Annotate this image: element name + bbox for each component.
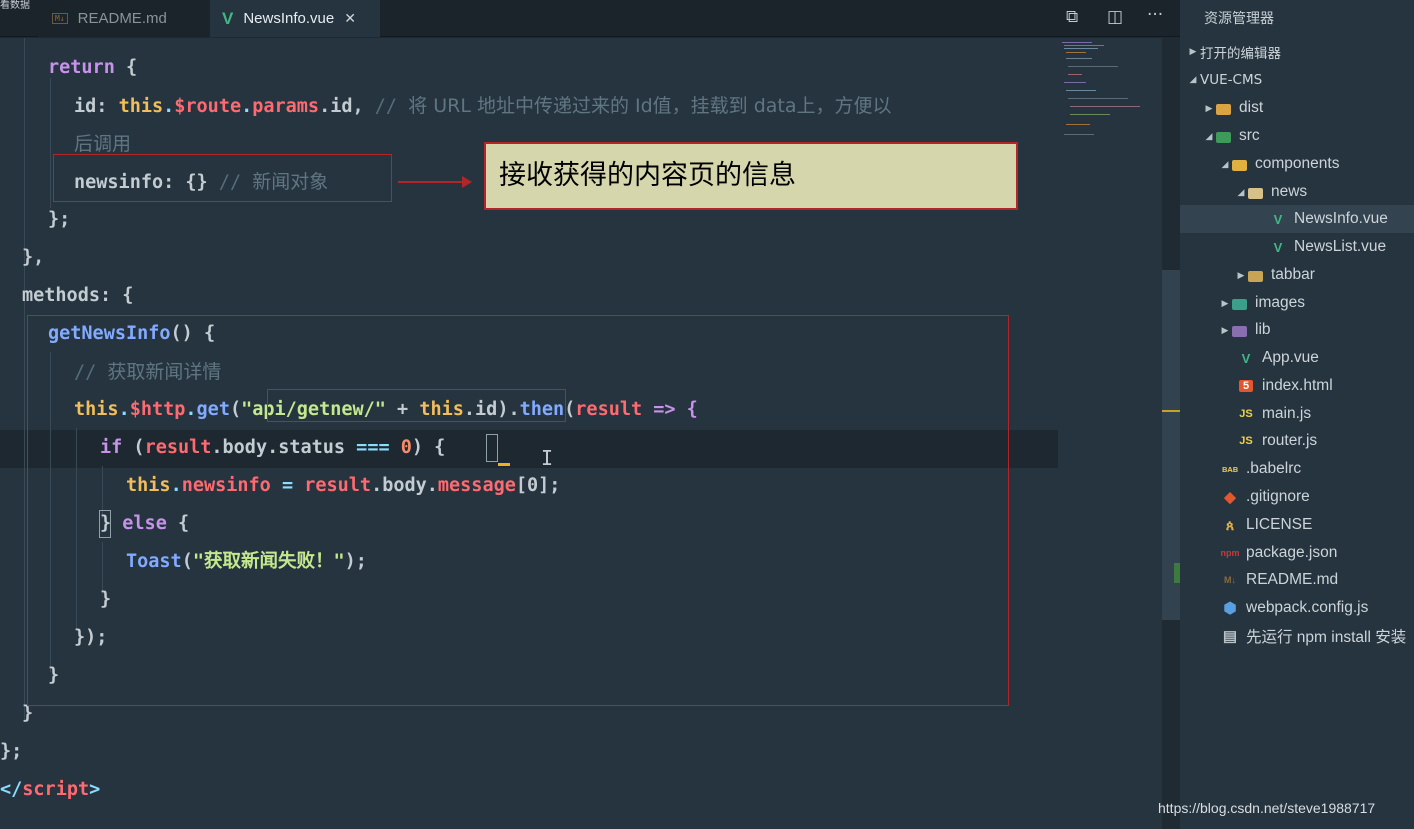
getnewsinfo-highlight-box bbox=[27, 315, 1009, 706]
code-line: return { bbox=[48, 57, 138, 78]
vue-icon: V bbox=[222, 8, 234, 28]
folder-components-icon bbox=[1232, 159, 1247, 171]
chevron-down-icon: ◢ bbox=[1237, 186, 1245, 197]
html5-icon: 5 bbox=[1239, 380, 1253, 392]
code-line: }; bbox=[0, 741, 23, 762]
close-icon[interactable]: ✕ bbox=[344, 10, 356, 27]
git-icon: ◆ bbox=[1224, 489, 1236, 506]
tree-item-newsinfo-vue[interactable]: V NewsInfo.vue bbox=[1180, 205, 1414, 233]
js-icon: JS bbox=[1239, 435, 1253, 447]
indent-guide bbox=[50, 78, 51, 208]
corner-label: 看数据 bbox=[0, 0, 30, 11]
tree-item-babelrc[interactable]: ʙᴀʙ .babelrc bbox=[1180, 455, 1414, 483]
explorer-panel: 资源管理器 ▶ 打开的编辑器 ◢ VUE-CMS ▶ dist ◢ src ◢ … bbox=[1180, 0, 1414, 829]
chevron-down-icon: ◢ bbox=[1205, 130, 1213, 141]
tree-item-lib[interactable]: ▶ lib bbox=[1180, 316, 1414, 344]
chevron-right-icon: ▶ bbox=[1221, 324, 1229, 335]
tree-item-readme-md[interactable]: M↓ README.md bbox=[1180, 566, 1414, 594]
tree-item-webpack-config[interactable]: ⬢ webpack.config.js bbox=[1180, 594, 1414, 622]
bracket-match-box bbox=[486, 434, 498, 462]
watermark-url: https://blog.csdn.net/steve1988717 bbox=[1158, 800, 1376, 816]
text-caret bbox=[498, 463, 510, 466]
tree-item-router-js[interactable]: JS router.js bbox=[1180, 427, 1414, 455]
folder-images-icon bbox=[1232, 298, 1247, 310]
folder-lib-icon bbox=[1232, 325, 1247, 337]
code-line: id: this.$route.params.id, // 将 URL 地址中传… bbox=[74, 95, 892, 117]
scrollbar-cursor-marker bbox=[1162, 410, 1180, 412]
code-line: }, bbox=[22, 247, 45, 268]
vertical-scrollbar[interactable] bbox=[1162, 38, 1180, 829]
vue-icon: V bbox=[1241, 350, 1251, 366]
split-editor-icon[interactable]: ◫ bbox=[1107, 7, 1123, 27]
editor-tab-bar: 看数据 M↓ README.md V NewsInfo.vue ✕ ⧉ ◫ ··… bbox=[0, 0, 1180, 37]
tree-item-src[interactable]: ◢ src bbox=[1180, 122, 1414, 150]
markdown-icon: M↓ bbox=[52, 13, 68, 24]
open-changes-icon[interactable]: ⧉ bbox=[1066, 7, 1078, 27]
chevron-right-icon: ▶ bbox=[1221, 297, 1229, 308]
tree-item-news[interactable]: ◢ news bbox=[1180, 178, 1414, 206]
api-url-highlight-box bbox=[267, 389, 566, 422]
chevron-right-icon: ▶ bbox=[1237, 269, 1245, 280]
tab-label: README.md bbox=[77, 10, 167, 27]
file-icon: ▤ bbox=[1222, 628, 1238, 645]
tree-item-license[interactable]: ጰ LICENSE bbox=[1180, 511, 1414, 539]
tab-newsinfo[interactable]: V NewsInfo.vue ✕ bbox=[210, 0, 380, 37]
npm-icon: npm bbox=[1220, 548, 1240, 558]
bracket-match-box bbox=[99, 510, 111, 538]
newsinfo-highlight-box bbox=[53, 154, 392, 202]
tree-item-dist[interactable]: ▶ dist bbox=[1180, 94, 1414, 122]
markdown-icon: M↓ bbox=[1224, 575, 1236, 585]
tree-item-main-js[interactable]: JS main.js bbox=[1180, 400, 1414, 428]
code-line: </script> bbox=[0, 779, 101, 800]
chevron-down-icon: ◢ bbox=[1189, 75, 1197, 85]
section-project[interactable]: ◢ VUE-CMS bbox=[1180, 66, 1414, 94]
folder-dist-icon bbox=[1216, 103, 1231, 115]
minimap[interactable] bbox=[1058, 38, 1162, 158]
tree-item-index-html[interactable]: 5 index.html bbox=[1180, 372, 1414, 400]
tree-item-newslist-vue[interactable]: V NewsList.vue bbox=[1180, 233, 1414, 261]
babel-icon: ʙᴀʙ bbox=[1221, 464, 1239, 474]
code-line: methods: { bbox=[22, 285, 134, 306]
license-icon: ጰ bbox=[1225, 516, 1235, 533]
tree-item-gitignore[interactable]: ◆ .gitignore bbox=[1180, 483, 1414, 511]
vue-icon: V bbox=[1273, 211, 1283, 227]
callout-arrow-line bbox=[398, 181, 468, 183]
callout-arrow-head bbox=[462, 176, 472, 188]
tree-item-package-json[interactable]: npm package.json bbox=[1180, 539, 1414, 567]
tree-item-components[interactable]: ◢ components bbox=[1180, 150, 1414, 178]
tree-item-app-vue[interactable]: V App.vue bbox=[1180, 344, 1414, 372]
tree-item-tabbar[interactable]: ▶ tabbar bbox=[1180, 261, 1414, 289]
folder-news-icon bbox=[1248, 187, 1263, 199]
js-icon: JS bbox=[1239, 408, 1253, 420]
mouse-ibeam-cursor: I bbox=[541, 446, 554, 470]
indent-guide bbox=[24, 38, 25, 722]
explorer-title: 资源管理器 bbox=[1204, 11, 1274, 27]
tab-label: NewsInfo.vue bbox=[243, 10, 335, 27]
tab-readme[interactable]: M↓ README.md bbox=[38, 0, 210, 37]
folder-src-icon bbox=[1216, 131, 1231, 143]
callout-note: 接收获得的内容页的信息 bbox=[484, 142, 1018, 210]
tree-item-install-note[interactable]: ▤ 先运行 npm install 安装 bbox=[1180, 622, 1414, 650]
tree-item-images[interactable]: ▶ images bbox=[1180, 289, 1414, 317]
chevron-down-icon: ◢ bbox=[1221, 158, 1229, 169]
more-actions-icon[interactable]: ··· bbox=[1147, 5, 1163, 25]
vue-icon: V bbox=[1273, 239, 1283, 255]
chevron-right-icon: ▶ bbox=[1205, 102, 1213, 113]
webpack-icon: ⬢ bbox=[1223, 600, 1237, 617]
folder-icon bbox=[1248, 270, 1263, 282]
chevron-right-icon: ▶ bbox=[1189, 47, 1197, 57]
section-open-editors[interactable]: ▶ 打开的编辑器 bbox=[1180, 38, 1414, 66]
code-editor[interactable]: return { id: this.$route.params.id, // 将… bbox=[0, 38, 1162, 829]
